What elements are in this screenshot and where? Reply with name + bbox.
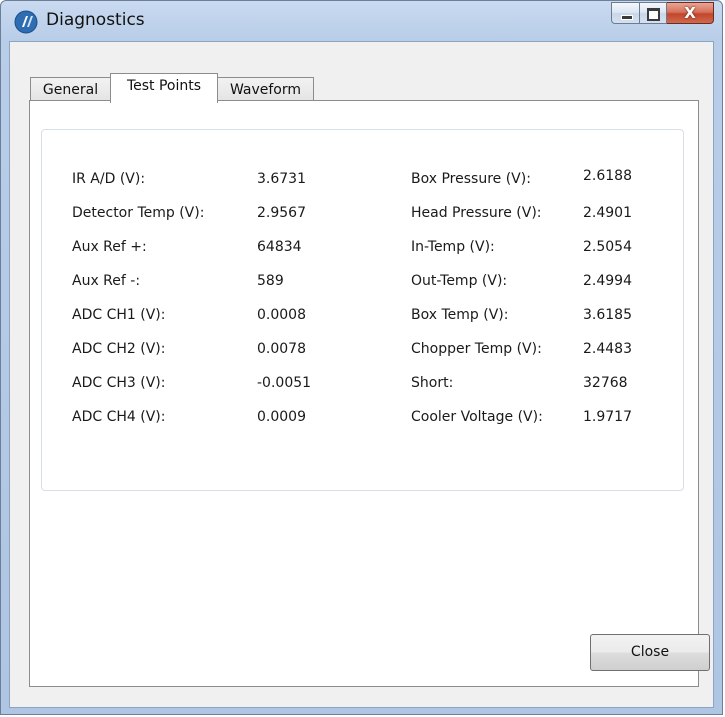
minimize-icon bbox=[621, 15, 633, 20]
caption-buttons: X bbox=[611, 2, 714, 26]
window-close-button[interactable]: X bbox=[667, 2, 714, 24]
left-value-2: 2.9567 bbox=[257, 205, 306, 221]
left-value-1: 3.6731 bbox=[257, 171, 306, 187]
left-label-2: Detector Temp (V): bbox=[72, 205, 205, 221]
tab-test-points[interactable]: Test Points bbox=[110, 73, 218, 103]
right-value-8: 1.9717 bbox=[583, 409, 632, 425]
close-icon: X bbox=[684, 4, 696, 22]
left-label-7: ADC CH3 (V): bbox=[72, 375, 166, 391]
dialog-client-area: General Test Points Waveform IR A/D (V):… bbox=[9, 41, 714, 708]
left-label-5: ADC CH1 (V): bbox=[72, 307, 166, 323]
close-button[interactable]: Close bbox=[590, 634, 710, 671]
diagnostics-window: Diagnostics X General Test Points Wavefo… bbox=[0, 0, 723, 715]
left-value-3: 64834 bbox=[257, 239, 302, 255]
left-value-4: 589 bbox=[257, 273, 284, 289]
tab-waveform[interactable]: Waveform bbox=[217, 77, 314, 102]
test-points-group: IR A/D (V): 3.6731 Detector Temp (V): 2.956… bbox=[41, 129, 684, 491]
left-label-6: ADC CH2 (V): bbox=[72, 341, 166, 357]
right-label-3: In-Temp (V): bbox=[411, 239, 495, 255]
right-label-6: Chopper Temp (V): bbox=[411, 341, 542, 357]
test-points-panel: IR A/D (V): 3.6731 Detector Temp (V): 2.956… bbox=[29, 100, 699, 687]
maximize-icon bbox=[647, 8, 660, 21]
right-value-1: 2.6188 bbox=[583, 168, 632, 184]
right-label-1: Box Pressure (V): bbox=[411, 171, 531, 187]
right-value-6: 2.4483 bbox=[583, 341, 632, 357]
right-label-8: Cooler Voltage (V): bbox=[411, 409, 543, 425]
left-value-6: 0.0078 bbox=[257, 341, 306, 357]
right-label-5: Box Temp (V): bbox=[411, 307, 509, 323]
tab-general[interactable]: General bbox=[30, 77, 111, 102]
right-value-7: 32768 bbox=[583, 375, 628, 391]
minimize-button[interactable] bbox=[611, 2, 640, 24]
window-title: Diagnostics bbox=[46, 10, 145, 30]
left-label-1: IR A/D (V): bbox=[72, 171, 146, 187]
right-value-2: 2.4901 bbox=[583, 205, 632, 221]
left-label-3: Aux Ref +: bbox=[72, 239, 147, 255]
right-label-2: Head Pressure (V): bbox=[411, 205, 542, 221]
right-value-4: 2.4994 bbox=[583, 273, 632, 289]
left-value-7: -0.0051 bbox=[257, 375, 312, 391]
left-value-8: 0.0009 bbox=[257, 409, 306, 425]
right-label-7: Short: bbox=[411, 375, 454, 391]
title-bar[interactable]: Diagnostics X bbox=[1, 1, 722, 41]
left-label-8: ADC CH4 (V): bbox=[72, 409, 166, 425]
app-logo-icon bbox=[14, 10, 38, 34]
left-label-4: Aux Ref -: bbox=[72, 273, 141, 289]
maximize-button[interactable] bbox=[640, 2, 667, 24]
right-value-3: 2.5054 bbox=[583, 239, 632, 255]
left-value-5: 0.0008 bbox=[257, 307, 306, 323]
right-label-4: Out-Temp (V): bbox=[411, 273, 508, 289]
right-value-5: 3.6185 bbox=[583, 307, 632, 323]
